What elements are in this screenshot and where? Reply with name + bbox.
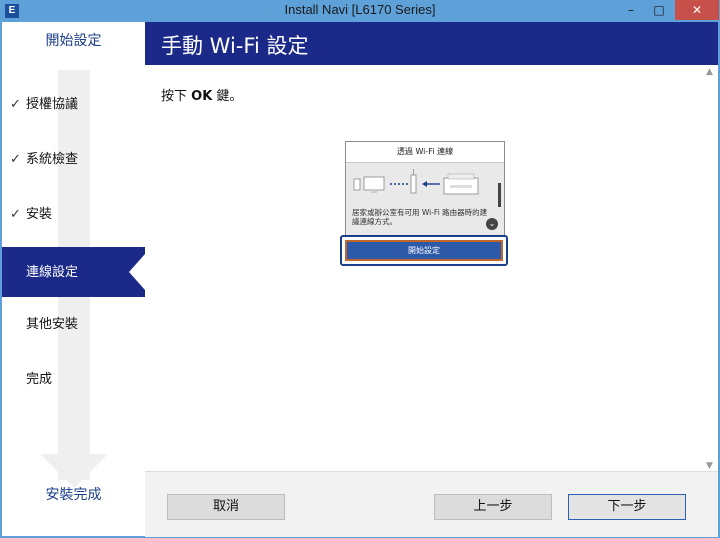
step-connection-setup: 連線設定 (2, 247, 145, 297)
title-bar: E Install Navi [L6170 Series] – □ ✕ (0, 0, 720, 22)
device-highlight-frame: 開始設定 (340, 235, 508, 266)
footer-bar: 取消 上一步 下一步 (145, 471, 718, 537)
chevron-down-icon: ⌄ (486, 218, 498, 230)
client-area: 開始設定 ✓ 授權協議 ✓ 系統檢查 ✓ 安裝 連線設定 其他安裝 完成 安裝完… (2, 22, 718, 537)
step-install: ✓ 安裝 (2, 189, 145, 239)
back-button[interactable]: 上一步 (434, 494, 552, 520)
step-label: 完成 (26, 372, 53, 387)
instruction-suffix: 鍵。 (212, 89, 243, 104)
step-label: 安裝 (26, 207, 53, 222)
device-screen-body: 居家或辦公室有可用 Wi-Fi 路由器時的建議連線方式。 ⌄ (346, 163, 504, 238)
active-step-pointer (129, 254, 145, 290)
device-screen-scrollbar (498, 183, 501, 207)
sidebar-start-label: 開始設定 (45, 33, 102, 49)
page-title: 手動 Wi-Fi 設定 (161, 34, 309, 58)
minimize-button[interactable]: – (618, 0, 644, 20)
step-license: ✓ 授權協議 (2, 79, 145, 129)
check-icon: ✓ (10, 97, 21, 112)
next-button[interactable]: 下一步 (568, 494, 686, 520)
check-icon: ✓ (10, 207, 21, 222)
device-start-setup-button: 開始設定 (345, 240, 503, 261)
check-icon: ✓ (10, 152, 21, 167)
step-label: 授權協議 (26, 97, 79, 112)
printer-screen-illustration: 透過 Wi-Fi 連線 居家或辦公室有可用 Wi-Fi 路由器時的建議連線方式。… (345, 141, 505, 239)
step-finish: 完成 (2, 354, 145, 404)
maximize-button[interactable]: □ (646, 0, 672, 20)
device-screen-description: 居家或辦公室有可用 Wi-Fi 路由器時的建議連線方式。 (352, 208, 488, 226)
instruction-text: 按下 OK 鍵。 (161, 85, 242, 104)
sidebar-complete-label: 安裝完成 (45, 487, 102, 503)
cancel-button[interactable]: 取消 (167, 494, 285, 520)
step-label: 其他安裝 (26, 317, 79, 332)
step-other-install: 其他安裝 (2, 299, 145, 349)
instruction-key: OK (191, 89, 213, 104)
close-button[interactable]: ✕ (675, 0, 719, 20)
steps-sidebar: 開始設定 ✓ 授權協議 ✓ 系統檢查 ✓ 安裝 連線設定 其他安裝 完成 安裝完… (2, 22, 145, 536)
page-header: 手動 Wi-Fi 設定 (145, 22, 718, 65)
step-label: 連線設定 (26, 265, 79, 280)
progress-arrow-head (40, 454, 108, 488)
wifi-connection-diagram-icon (353, 169, 479, 195)
installer-window: E Install Navi [L6170 Series] – □ ✕ 開始設定… (0, 0, 720, 538)
step-system-check: ✓ 系統檢查 (2, 134, 145, 184)
scroll-up-icon[interactable]: ▲ (706, 67, 713, 77)
window-title: Install Navi [L6170 Series] (284, 2, 436, 17)
content-scrollbar[interactable]: ▲ ▼ (706, 65, 716, 471)
scroll-down-icon[interactable]: ▼ (706, 461, 713, 471)
step-label: 系統檢查 (26, 152, 79, 167)
device-screen-header: 透過 Wi-Fi 連線 (346, 142, 504, 163)
instruction-prefix: 按下 (161, 89, 192, 104)
main-content: 按下 OK 鍵。 透過 Wi-Fi 連線 居家或辦公室有可用 Wi-Fi 路由器… (145, 65, 718, 471)
